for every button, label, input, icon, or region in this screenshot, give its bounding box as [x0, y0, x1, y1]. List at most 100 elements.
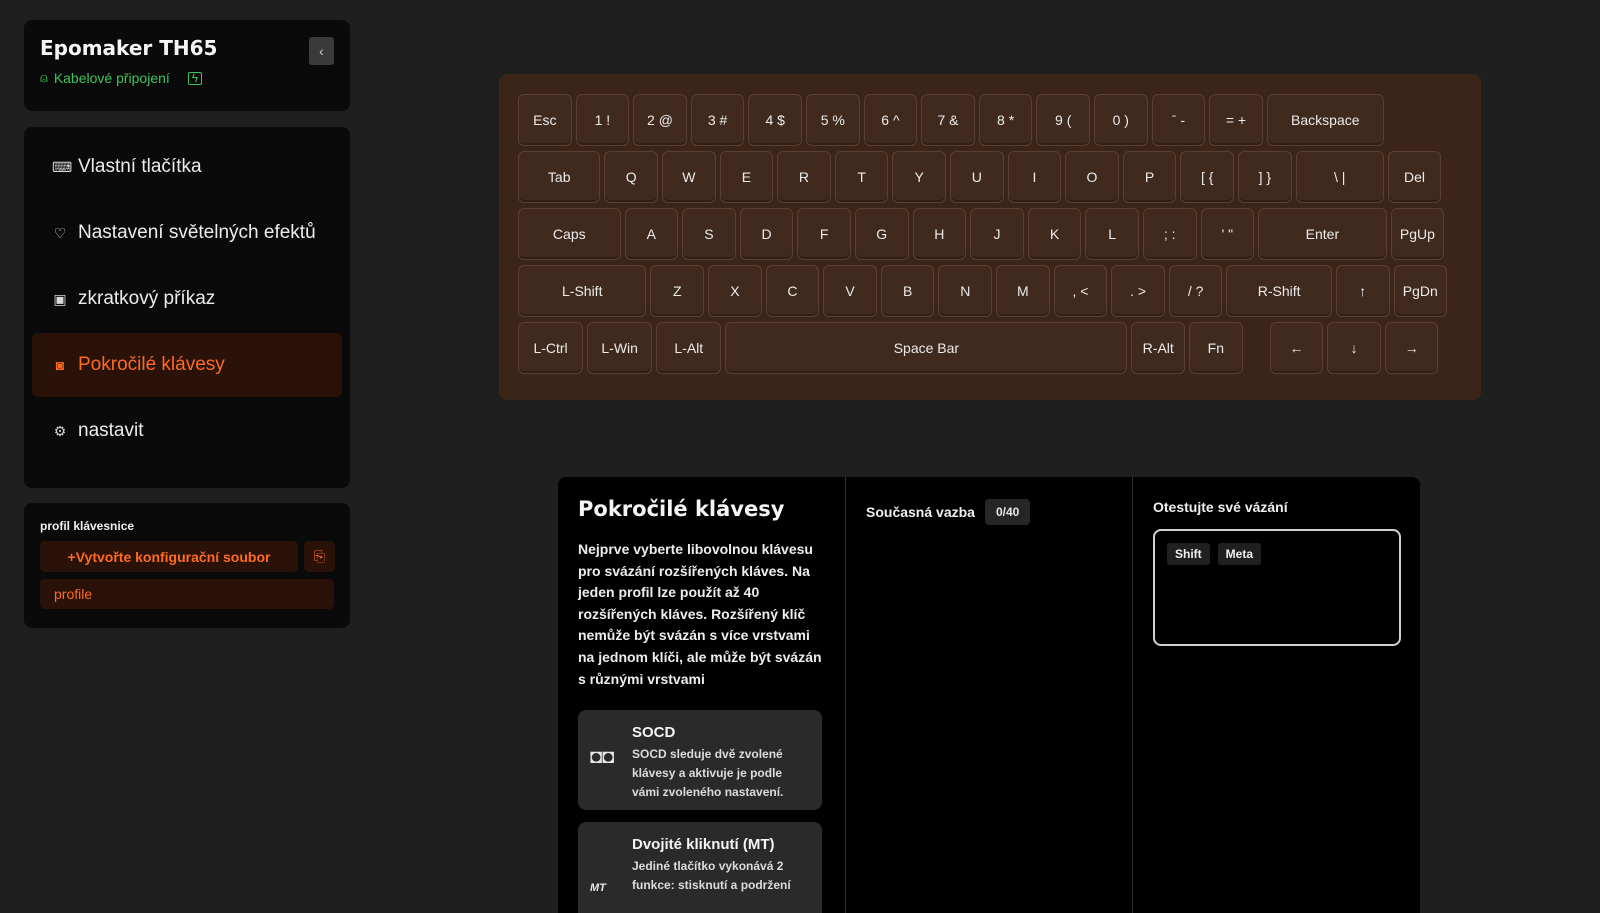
key-symbol[interactable]: / ? — [1168, 265, 1223, 317]
key-symbol[interactable]: \ | — [1295, 151, 1384, 203]
key-r-shift[interactable]: R-Shift — [1226, 265, 1332, 317]
key-m[interactable]: M — [996, 265, 1050, 317]
profile-list-item[interactable]: profile — [40, 579, 334, 609]
key-symbol[interactable]: ↑ — [1335, 265, 1390, 317]
bulb-icon: ♡ — [53, 224, 67, 241]
key-y[interactable]: Y — [892, 151, 946, 203]
key-symbol[interactable]: → — [1384, 322, 1439, 374]
key-symbol[interactable]: ˉ - — [1151, 94, 1206, 146]
key-4[interactable]: 4 $ — [748, 94, 802, 146]
key-k[interactable]: K — [1027, 208, 1082, 260]
key-o[interactable]: O — [1065, 151, 1119, 203]
key-l[interactable]: L — [1085, 208, 1139, 260]
keyboard-profile-card: profil klávesnice +Vytvořte konfigurační… — [24, 503, 350, 628]
key-p[interactable]: P — [1122, 151, 1177, 203]
key-q[interactable]: Q — [604, 151, 658, 203]
gear-icon: ⚙ — [53, 422, 67, 439]
key-w[interactable]: W — [662, 151, 716, 203]
key-esc[interactable]: Esc — [518, 94, 572, 146]
key-fn[interactable]: Fn — [1189, 322, 1243, 374]
key-r[interactable]: R — [777, 151, 831, 203]
key-v[interactable]: V — [823, 265, 877, 317]
key-f[interactable]: F — [797, 208, 851, 260]
key-6[interactable]: 6 ^ — [863, 94, 918, 146]
key-caps[interactable]: Caps — [518, 208, 621, 260]
profile-title: profil klávesnice — [40, 519, 135, 533]
mt-icon: MT — [590, 882, 606, 895]
key-x[interactable]: X — [708, 265, 762, 317]
feature-card-mt[interactable]: MT Dvojité kliknutí (MT) Jediné tlačítko… — [578, 822, 822, 913]
key-pgup[interactable]: PgUp — [1390, 208, 1445, 260]
key-h[interactable]: H — [912, 208, 967, 260]
key-t[interactable]: T — [834, 151, 889, 203]
key-symbol[interactable]: = + — [1209, 94, 1263, 146]
advanced-keys-icon: ◙ — [55, 357, 65, 373]
sidebar-item-label: nastavit — [78, 420, 144, 441]
key-e[interactable]: E — [719, 151, 774, 203]
key-backspace[interactable]: Backspace — [1266, 94, 1384, 146]
key-l-alt[interactable]: L-Alt — [656, 322, 722, 374]
key-symbol[interactable]: ← — [1269, 322, 1324, 374]
key-s[interactable]: S — [682, 208, 736, 260]
sidebar-item-advanced-keys[interactable]: ◙ Pokročilé klávesy — [32, 333, 342, 397]
sidebar-item-custom-keys[interactable]: ⌨ Vlastní tlačítka — [32, 135, 342, 199]
key-r-alt[interactable]: R-Alt — [1131, 322, 1186, 374]
key-pgdn[interactable]: PgDn — [1393, 265, 1448, 317]
key-tab[interactable]: Tab — [518, 151, 601, 203]
key-space-bar[interactable]: Space Bar — [725, 322, 1128, 374]
current-binding-column: Současná vazba 0/40 — [845, 477, 1132, 913]
advanced-keys-panel: Pokročilé klávesy Nejprve vyberte libovo… — [558, 477, 1420, 913]
key-9[interactable]: 9 ( — [1036, 94, 1090, 146]
key-symbol[interactable]: . > — [1111, 265, 1165, 317]
key-1[interactable]: 1 ! — [575, 94, 630, 146]
sidebar-item-lighting[interactable]: ♡ Nastavení světelných efektů — [32, 201, 342, 265]
panel-description: Nejprve vyberte libovolnou klávesu pro s… — [578, 541, 822, 687]
key-z[interactable]: Z — [650, 265, 705, 317]
key-l-win[interactable]: L-Win — [587, 322, 653, 374]
key-7[interactable]: 7 & — [921, 94, 975, 146]
key-l-ctrl[interactable]: L-Ctrl — [518, 322, 584, 374]
test-binding-column: Otestujte své vázání Shift Meta — [1132, 477, 1420, 913]
key-8[interactable]: 8 * — [978, 94, 1033, 146]
sidebar-item-macro[interactable]: ▣ zkratkový příkaz — [32, 267, 342, 331]
key-3[interactable]: 3 # — [690, 94, 745, 146]
key-symbol[interactable]: [ { — [1180, 151, 1234, 203]
key-g[interactable]: G — [854, 208, 909, 260]
connection-status: ⍝ Kabelové připojení ϟ — [40, 70, 334, 86]
panel-title: Pokročilé klávesy — [578, 497, 785, 521]
modifier-tag: Shift — [1167, 543, 1210, 565]
sidebar-item-label: Pokročilé klávesy — [78, 354, 225, 375]
key-d[interactable]: D — [739, 208, 794, 260]
socd-icon: ◘◘ — [590, 746, 615, 769]
key-symbol[interactable]: ' " — [1200, 208, 1255, 260]
key-j[interactable]: J — [970, 208, 1024, 260]
key-del[interactable]: Del — [1387, 151, 1442, 203]
feature-name: SOCD — [632, 724, 676, 742]
binding-count-badge: 0/40 — [984, 499, 1031, 525]
key-symbol[interactable]: ] } — [1238, 151, 1292, 203]
key-b[interactable]: B — [880, 265, 935, 317]
key-c[interactable]: C — [765, 265, 820, 317]
key-5[interactable]: 5 % — [806, 94, 860, 146]
key-enter[interactable]: Enter — [1258, 208, 1387, 260]
feature-card-socd[interactable]: ◘◘ SOCD SOCD sleduje dvě zvolené klávesy… — [578, 710, 822, 811]
key-l-shift[interactable]: L-Shift — [518, 265, 647, 317]
key-symbol[interactable]: , < — [1053, 265, 1108, 317]
device-name: Epomaker TH65 — [40, 36, 218, 60]
key-symbol[interactable]: ; : — [1142, 208, 1197, 260]
sidebar-item-settings[interactable]: ⚙ nastavit — [32, 399, 342, 463]
file-import-icon: ⎘ — [313, 548, 326, 564]
import-file-button[interactable]: ⎘ — [304, 541, 335, 572]
key-2[interactable]: 2 @ — [633, 94, 687, 146]
key-0[interactable]: 0 ) — [1094, 94, 1148, 146]
test-input-area[interactable]: Shift Meta — [1153, 529, 1401, 646]
feature-description: SOCD sleduje dvě zvolené klávesy a aktiv… — [632, 747, 784, 800]
key-a[interactable]: A — [624, 208, 679, 260]
create-config-button[interactable]: +Vytvořte konfigurační soubor — [40, 541, 298, 572]
collapse-sidebar-button[interactable]: ‹ — [309, 37, 334, 65]
key-symbol[interactable]: ↓ — [1327, 322, 1381, 374]
key-u[interactable]: U — [950, 151, 1004, 203]
keyboard-layout: Esc 1 ! 2 @3 #4 $5 % 6 ^ 7 & 8 * 9 (0 ) ˉ - = + B… — [499, 74, 1481, 400]
key-n[interactable]: N — [938, 265, 993, 317]
key-i[interactable]: I — [1007, 151, 1062, 203]
